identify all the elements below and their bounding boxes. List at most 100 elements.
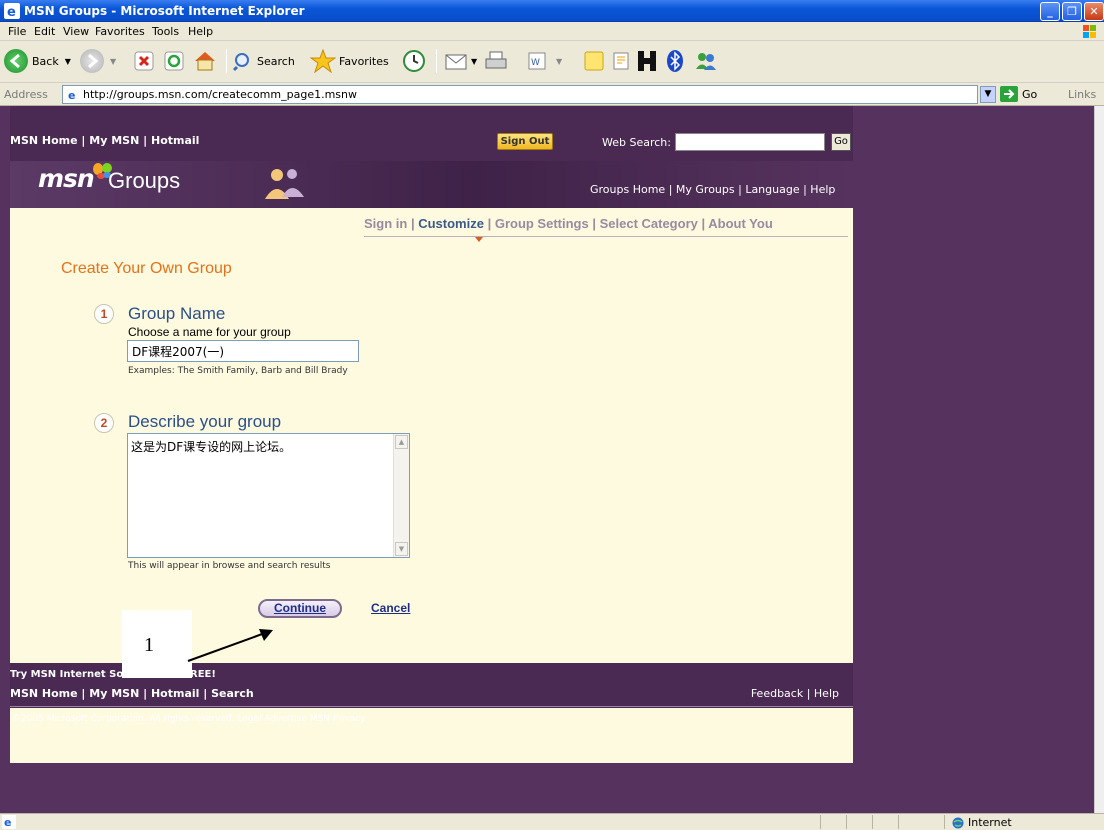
restore-button[interactable]: ❐ [1062, 2, 1082, 21]
page-title: Create Your Own Group [61, 260, 232, 277]
groups-wordmark: Groups [108, 168, 181, 193]
forward-button[interactable]: ▼ [80, 47, 116, 75]
address-dropdown-button[interactable]: ▼ [980, 86, 996, 103]
security-zone: Internet [952, 816, 1012, 829]
continue-button[interactable]: Continue [258, 599, 342, 618]
scroll-down-icon[interactable]: ▼ [395, 542, 408, 556]
go-arrow-icon [1000, 86, 1018, 102]
step-about-you: About You [708, 216, 773, 231]
home-icon [195, 52, 215, 71]
svg-text:e: e [4, 816, 11, 829]
h-button[interactable] [636, 47, 658, 75]
print-button[interactable] [484, 47, 508, 75]
menu-edit[interactable]: Edit [34, 25, 55, 38]
textarea-scrollbar[interactable]: ▲ ▼ [393, 434, 409, 557]
step-underline [364, 236, 848, 237]
menu-tools[interactable]: Tools [152, 25, 179, 38]
star-icon [310, 49, 336, 73]
back-button[interactable]: Back ▼ [4, 47, 71, 75]
footer-links[interactable]: MSN Home | My MSN | Hotmail | Search [10, 687, 254, 700]
page-viewport: MSN Home | My MSN | Hotmail Sign Out Web… [0, 106, 1094, 813]
description-textarea[interactable]: 这是为DF课专设的网上论坛。 ▲ ▼ [127, 433, 410, 558]
mail-icon [445, 54, 467, 70]
go-label: Go [1022, 87, 1038, 101]
menu-help[interactable]: Help [188, 25, 213, 38]
menu-file[interactable]: File [8, 25, 26, 38]
annotation-arrow-icon [187, 629, 273, 662]
svg-text:e: e [68, 89, 75, 102]
research-icon [613, 52, 629, 70]
footer-feedback-help[interactable]: Feedback | Help [751, 687, 839, 700]
go-button[interactable]: Go [1000, 86, 1037, 102]
bluetooth-button[interactable] [665, 47, 685, 75]
chevron-down-icon[interactable]: ▼ [471, 57, 477, 66]
bluetooth-icon [667, 50, 683, 72]
menu-view[interactable]: View [63, 25, 89, 38]
status-divider [820, 815, 821, 829]
favorites-button[interactable]: Favorites [310, 47, 389, 75]
edit-button[interactable]: W ▼ [526, 47, 562, 75]
msn-logo[interactable]: msn [38, 164, 95, 193]
my-msn-link[interactable]: My MSN [89, 134, 139, 147]
search-button[interactable]: Search [232, 47, 295, 75]
msn-top-links: MSN Home | My MSN | Hotmail [10, 134, 199, 147]
research-button[interactable] [610, 47, 632, 75]
home-button[interactable] [193, 47, 217, 75]
ie-page-icon: e [66, 88, 80, 102]
print-icon [485, 51, 507, 69]
window-title: MSN Groups - Microsoft Internet Explorer [24, 4, 305, 18]
history-icon [403, 50, 425, 72]
step-customize: Customize [418, 216, 484, 231]
separator: | [77, 134, 90, 147]
status-divider [898, 815, 899, 829]
group-name-input[interactable]: DF课程2007(一) [127, 340, 359, 362]
separator: | [407, 216, 419, 231]
annotation-box [122, 610, 192, 678]
status-divider [846, 815, 847, 829]
back-label: Back [32, 54, 59, 68]
svg-text:W: W [531, 58, 540, 68]
msn-home-link[interactable]: MSN Home [10, 134, 78, 147]
scroll-up-icon[interactable]: ▲ [395, 435, 408, 449]
sign-out-button[interactable]: Sign Out [497, 133, 553, 150]
step-2-badge: 2 [94, 413, 114, 433]
hotmail-link[interactable]: Hotmail [151, 134, 199, 147]
links-label[interactable]: Links [1068, 88, 1096, 101]
chevron-down-icon[interactable]: ▼ [110, 57, 116, 66]
web-search-input[interactable] [675, 133, 825, 151]
separator: | [483, 216, 495, 231]
title-bar: e MSN Groups - Microsoft Internet Explor… [0, 0, 1104, 22]
groups-nav-links[interactable]: Groups Home | My Groups | Language | Hel… [590, 183, 835, 196]
history-button[interactable] [402, 47, 426, 75]
group-name-label: Choose a name for your group [128, 325, 291, 339]
chevron-down-icon[interactable]: ▼ [65, 57, 71, 66]
notes-button[interactable] [583, 47, 605, 75]
address-input[interactable]: e http://groups.msn.com/createcomm_page1… [62, 85, 978, 104]
refresh-button[interactable] [163, 47, 185, 75]
description-note: This will appear in browse and search re… [128, 561, 331, 571]
step-1-badge: 1 [94, 304, 114, 324]
toolbar: Back ▼ ▼ Search Favorites ▼ W ▼ [0, 41, 1104, 83]
menu-favorites[interactable]: Favorites [95, 25, 145, 38]
web-search-label: Web Search: [602, 136, 671, 149]
globe-icon [952, 817, 964, 828]
stop-button[interactable] [133, 47, 155, 75]
separator: | [697, 216, 709, 231]
cancel-link[interactable]: Cancel [371, 601, 410, 615]
h-icon [638, 51, 656, 71]
separator: | [588, 216, 600, 231]
chevron-down-icon[interactable]: ▼ [556, 57, 562, 66]
stop-icon [134, 51, 154, 71]
messenger-button[interactable] [694, 47, 718, 75]
mail-button[interactable]: ▼ [444, 47, 477, 75]
ie-logo-icon: e [4, 3, 20, 19]
messenger-icon [696, 53, 716, 70]
close-button[interactable]: ✕ [1084, 2, 1104, 21]
zone-label: Internet [968, 816, 1012, 829]
groups-header: msn Groups Groups Home | My Groups | Lan… [10, 161, 853, 208]
annotation-label: 1 [144, 634, 154, 656]
minimize-button[interactable]: _ [1040, 2, 1060, 21]
page-scrollbar[interactable] [1094, 106, 1104, 813]
svg-text:e: e [7, 5, 16, 19]
web-search-go-button[interactable]: Go [831, 133, 851, 151]
